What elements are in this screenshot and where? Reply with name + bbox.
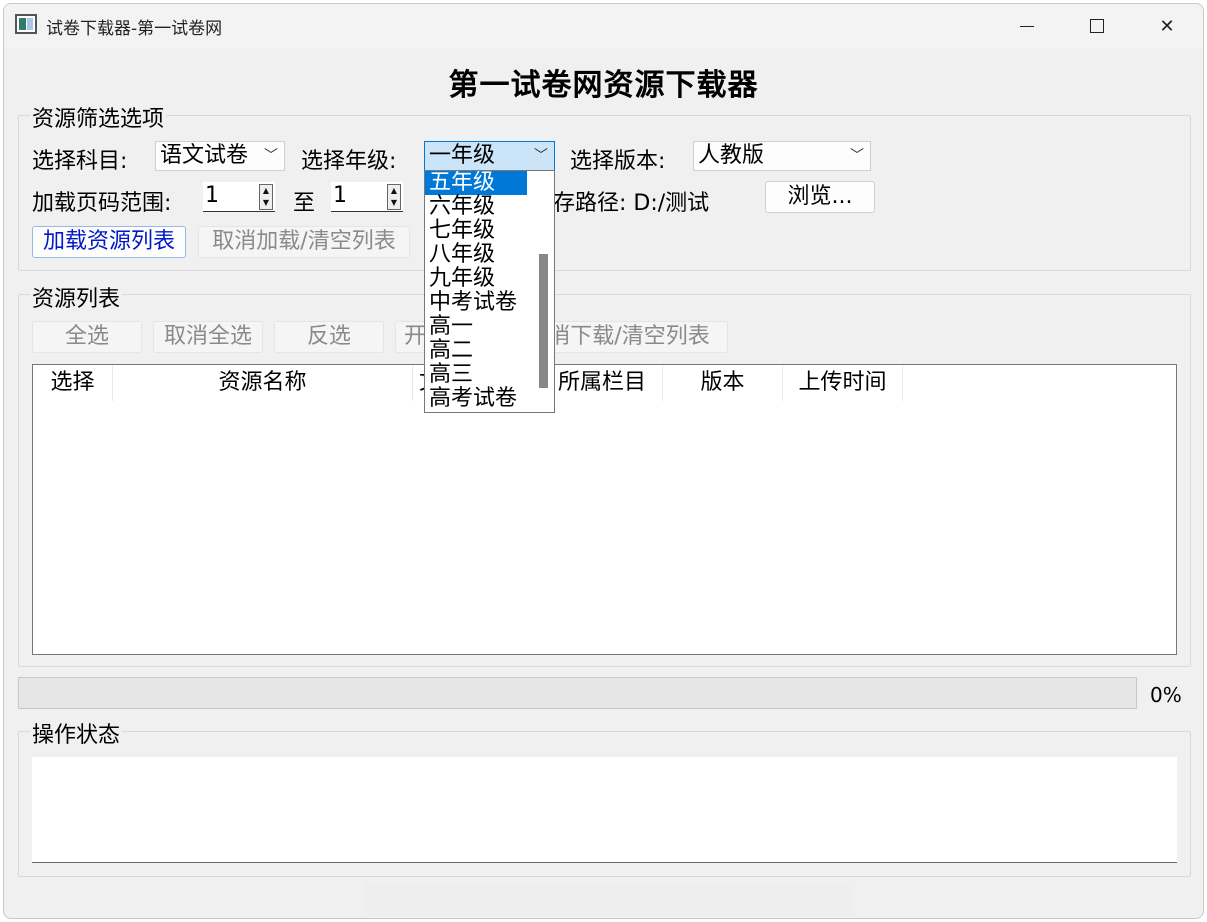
browse-button[interactable]: 浏览... [765, 181, 875, 213]
status-log[interactable] [32, 757, 1177, 863]
page-title: 第一试卷网资源下载器 [448, 68, 759, 103]
deselect-all-button[interactable]: 取消全选 [153, 321, 263, 353]
grade-option[interactable]: 九年级 [425, 267, 554, 291]
page-to-value: 1 [333, 183, 347, 208]
column-header-upload-time[interactable]: 上传时间 [783, 365, 903, 401]
minimize-icon [1020, 25, 1034, 27]
grade-option[interactable]: 高二 [425, 339, 554, 363]
page-from-value: 1 [205, 183, 219, 208]
grade-option[interactable]: 七年级 [425, 219, 554, 243]
grade-option[interactable]: 高三 [425, 363, 554, 387]
page-from-stepper[interactable]: ▲ ▼ [259, 184, 273, 210]
progress-percent: 0% [1150, 683, 1182, 707]
grade-option[interactable]: 八年级 [425, 243, 554, 267]
cancel-load-button[interactable]: 取消加载/清空列表 [198, 226, 410, 258]
edition-label: 选择版本: [570, 149, 666, 174]
invert-selection-button[interactable]: 反选 [274, 321, 384, 353]
grade-option[interactable]: 六年级 [425, 195, 554, 219]
page-range-label: 加载页码范围: [32, 191, 172, 216]
chevron-down-icon: ﹀ [264, 148, 278, 164]
grade-value: 一年级 [429, 143, 496, 168]
column-header-edition[interactable]: 版本 [663, 365, 783, 401]
close-button[interactable]: ✕ [1132, 4, 1202, 48]
subject-label: 选择科目: [32, 149, 128, 174]
grade-dropdown-list[interactable]: 五年级 六年级 七年级 八年级 九年级 中考试卷 高一 高二 高三 高考试卷 [424, 170, 555, 413]
load-resources-button[interactable]: 加载资源列表 [32, 226, 186, 258]
resource-table[interactable]: 选择 资源名称 文 所属栏目 版本 上传时间 [32, 364, 1177, 655]
edition-value: 人教版 [698, 143, 765, 168]
grade-label: 选择年级: [301, 149, 397, 174]
title-bar: 试卷下载器-第一试卷网 ✕ [4, 4, 1203, 48]
grade-option[interactable]: 高考试卷 [425, 387, 554, 411]
select-all-button[interactable]: 全选 [32, 321, 142, 353]
maximize-icon [1090, 19, 1104, 33]
page-to-spinbox[interactable]: 1 ▲ ▼ [331, 182, 403, 212]
arrow-up-icon[interactable]: ▲ [388, 185, 400, 197]
filter-group-title: 资源筛选选项 [30, 101, 167, 133]
maximize-button[interactable] [1062, 4, 1132, 48]
arrow-up-icon[interactable]: ▲ [260, 185, 272, 197]
cancel-download-button[interactable]: 消下载/清空列表 [530, 321, 728, 353]
arrow-down-icon[interactable]: ▼ [388, 197, 400, 209]
to-label: 至 [293, 191, 316, 216]
chevron-down-icon: ﹀ [850, 148, 864, 164]
grade-option[interactable]: 中考试卷 [425, 291, 554, 315]
status-strip [366, 882, 854, 916]
resource-list-title: 资源列表 [30, 281, 123, 313]
chevron-down-icon: ﹀ [534, 148, 548, 164]
app-window: 试卷下载器-第一试卷网 ✕ 第一试卷网资源下载器 资源筛选选项 选择科目: 语文… [3, 3, 1204, 919]
column-header-select[interactable]: 选择 [33, 365, 113, 401]
app-icon [15, 14, 37, 34]
close-icon: ✕ [1159, 15, 1175, 37]
save-path-label: 保存路径: D:/测试 [531, 191, 710, 216]
subject-select[interactable]: 语文试卷 ﹀ [155, 141, 285, 171]
page-to-stepper[interactable]: ▲ ▼ [387, 184, 401, 210]
arrow-down-icon[interactable]: ▼ [260, 197, 272, 209]
window-title: 试卷下载器-第一试卷网 [46, 19, 223, 39]
download-progress-bar [18, 677, 1137, 709]
status-group-title: 操作状态 [30, 717, 123, 749]
column-header-name[interactable]: 资源名称 [113, 365, 413, 401]
page-from-spinbox[interactable]: 1 ▲ ▼ [203, 182, 275, 212]
grade-option[interactable]: 五年级 [425, 171, 527, 195]
minimize-button[interactable] [992, 4, 1062, 48]
edition-select[interactable]: 人教版 ﹀ [693, 141, 871, 171]
subject-value: 语文试卷 [160, 143, 249, 168]
grade-option[interactable]: 高一 [425, 315, 554, 339]
grade-select[interactable]: 一年级 ﹀ [424, 141, 555, 171]
column-header-category[interactable]: 所属栏目 [542, 365, 663, 401]
dropdown-scrollbar[interactable] [539, 254, 548, 388]
